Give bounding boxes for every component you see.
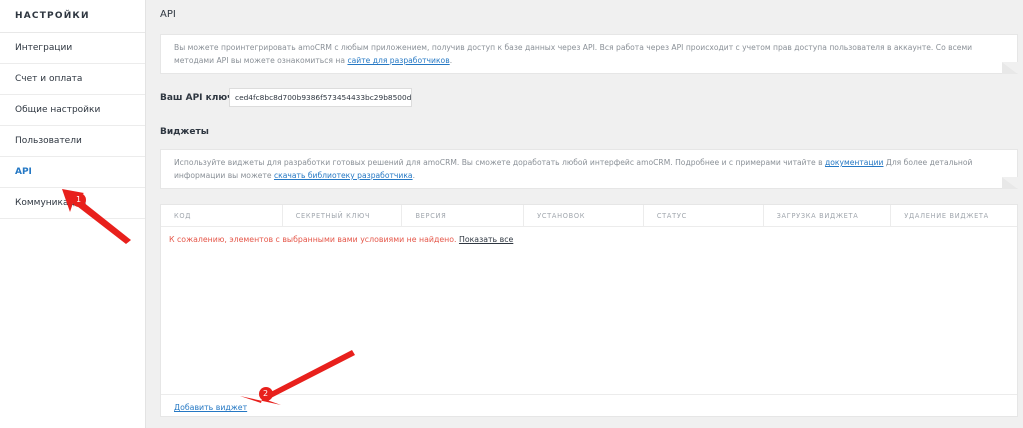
- widgets-info-suffix: .: [412, 171, 415, 180]
- column-status[interactable]: СТАТУС: [644, 205, 764, 226]
- page-title: API: [160, 9, 176, 20]
- sidebar-item-general-settings[interactable]: Общие настройки: [0, 95, 145, 126]
- widgets-info-note: Используйте виджеты для разработки готов…: [160, 149, 1018, 189]
- note-corner-fold: [1002, 62, 1018, 74]
- column-code[interactable]: КОД: [161, 205, 283, 226]
- column-secret-key[interactable]: СЕКРЕТНЫЙ КЛЮЧ: [283, 205, 403, 226]
- api-key-label: Ваш API ключ: [160, 93, 234, 103]
- table-header: КОД СЕКРЕТНЫЙ КЛЮЧ ВЕРСИЯ УСТАНОВОК СТАТ…: [161, 205, 1017, 227]
- sidebar-title: НАСТРОЙКИ: [0, 0, 145, 33]
- sidebar-item-integrations[interactable]: Интеграции: [0, 33, 145, 64]
- sidebar-item-billing[interactable]: Счет и оплата: [0, 64, 145, 95]
- settings-sidebar: НАСТРОЙКИ Интеграции Счет и оплата Общие…: [0, 0, 146, 428]
- annotation-label-1: 1: [76, 195, 82, 204]
- documentation-link[interactable]: документации: [825, 158, 883, 167]
- sidebar-item-users[interactable]: Пользователи: [0, 126, 145, 157]
- add-widget-link[interactable]: Добавить виджет: [174, 403, 247, 412]
- api-info-note: Вы можете проинтегрировать amoCRM с любы…: [160, 34, 1018, 74]
- widgets-title: Виджеты: [160, 127, 209, 137]
- api-info-suffix: .: [449, 56, 453, 65]
- sidebar-item-communications[interactable]: Коммуникации: [0, 188, 145, 219]
- annotation-label-2: 2: [263, 389, 269, 398]
- column-installs[interactable]: УСТАНОВОК: [524, 205, 644, 226]
- column-widget-delete[interactable]: УДАЛЕНИЕ ВИДЖЕТА: [891, 205, 1017, 226]
- developers-site-link[interactable]: сайте для разработчиков: [347, 56, 449, 65]
- sidebar-item-api[interactable]: API: [0, 157, 145, 188]
- show-all-link[interactable]: Показать все: [459, 235, 513, 244]
- download-library-link[interactable]: скачать библиотеку разработчика: [274, 171, 413, 180]
- column-version[interactable]: ВЕРСИЯ: [402, 205, 525, 226]
- api-info-text: Вы можете проинтегрировать amoCRM с любы…: [174, 43, 973, 65]
- main-content: API Вы можете проинтегрировать amoCRM с …: [146, 0, 1023, 428]
- column-widget-upload[interactable]: ЗАГРУЗКА ВИДЖЕТА: [764, 205, 892, 226]
- empty-state-message: К сожалению, элементов с выбранными вами…: [169, 235, 513, 244]
- widgets-table: КОД СЕКРЕТНЫЙ КЛЮЧ ВЕРСИЯ УСТАНОВОК СТАТ…: [160, 204, 1018, 417]
- widgets-info-text: Используйте виджеты для разработки готов…: [174, 158, 826, 167]
- table-footer: Добавить виджет: [161, 394, 1017, 418]
- note-corner-fold: [1002, 177, 1018, 189]
- empty-state-text: К сожалению, элементов с выбранными вами…: [169, 235, 457, 244]
- api-key-field[interactable]: ced4fc8bc8d700b9386f573454433bc29b8500d9: [229, 88, 412, 107]
